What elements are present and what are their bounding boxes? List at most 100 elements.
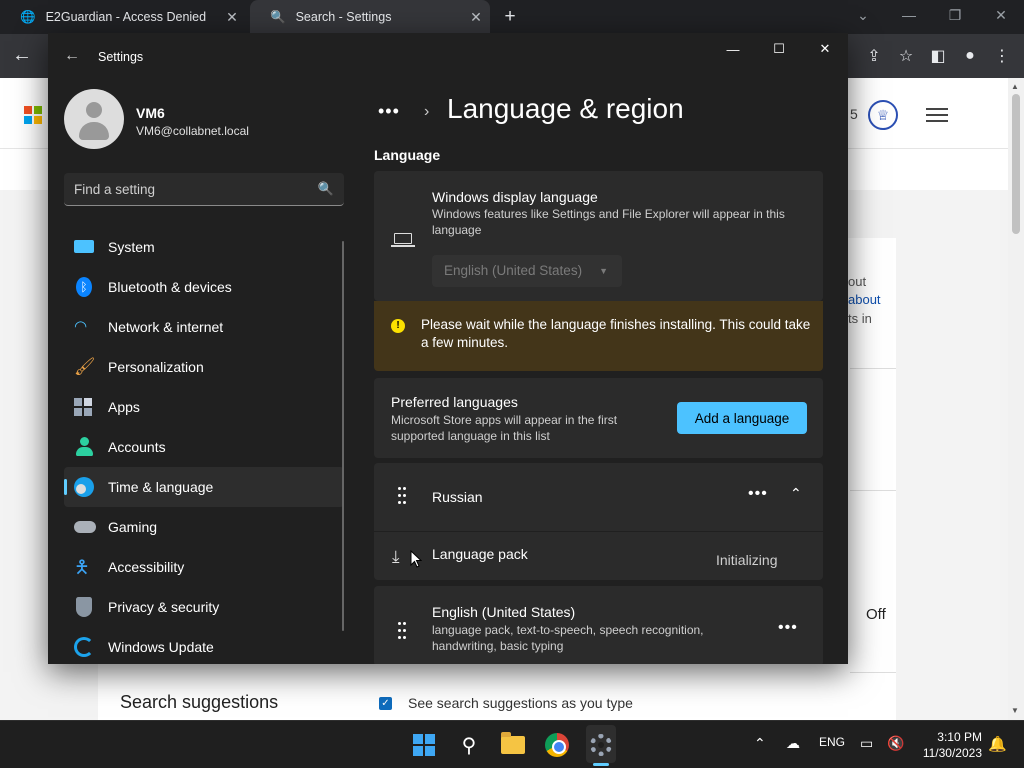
close-tab-icon[interactable]: ✕: [224, 9, 240, 25]
notification-bell-icon[interactable]: 🔔: [988, 735, 1007, 753]
windows-logo-icon: [413, 734, 435, 756]
divider: [850, 368, 896, 369]
page-scrollbar[interactable]: ▲ ▼: [1008, 78, 1024, 720]
search-icon[interactable]: ⚲: [455, 731, 483, 759]
nav-label: Apps: [108, 399, 140, 415]
avatar[interactable]: [64, 89, 124, 149]
page-text: ts in: [848, 311, 872, 326]
nav-label: Time & language: [108, 479, 214, 495]
nav-item-bluetooth[interactable]: ᛒ Bluetooth & devices: [64, 267, 344, 307]
menu-dots-icon[interactable]: ⋮: [992, 46, 1012, 66]
trophy-icon[interactable]: ♕: [868, 100, 898, 130]
close-icon[interactable]: ✕: [802, 33, 848, 65]
tab-title: Search - Settings: [295, 10, 392, 24]
nav-item-personalization[interactable]: 🖌 Personalization: [64, 347, 344, 387]
page-link[interactable]: about: [848, 292, 881, 307]
cloud-off-icon[interactable]: ☁: [786, 735, 800, 752]
page-text: out: [848, 274, 867, 289]
star-icon[interactable]: ☆: [896, 46, 916, 66]
suggestions-checkbox-label: See search suggestions as you type: [408, 695, 633, 711]
nav-item-time-language[interactable]: Time & language: [64, 467, 344, 507]
settings-titlebar: ← Settings — ☐ ✕: [48, 33, 848, 81]
back-arrow-icon[interactable]: ←: [64, 47, 80, 65]
display-language-dropdown[interactable]: English (United States) ▼: [432, 255, 622, 287]
language-row-russian[interactable]: Russian ••• ⌃: [374, 463, 823, 531]
nav-item-accounts[interactable]: Accounts: [64, 427, 344, 467]
tab-access-denied[interactable]: 🌐 E2Guardian - Access Denied ✕: [0, 0, 246, 34]
nav-item-apps[interactable]: Apps: [64, 387, 344, 427]
breadcrumb: ••• › Language & region: [374, 93, 824, 133]
volume-muted-icon[interactable]: 🔇: [887, 735, 904, 752]
chevron-down-icon[interactable]: ⌄: [840, 0, 886, 30]
profile-icon[interactable]: ●: [960, 46, 980, 66]
restore-icon[interactable]: ❐: [932, 0, 978, 30]
warning-text: Please wait while the language finishes …: [421, 317, 811, 350]
scroll-down-icon[interactable]: ▼: [1011, 706, 1019, 715]
microsoft-logo-icon: [24, 106, 42, 124]
nav-item-windows-update[interactable]: Windows Update: [64, 627, 344, 664]
bluetooth-icon: ᛒ: [76, 277, 92, 297]
nav-item-accessibility[interactable]: 🯅 Accessibility: [64, 547, 344, 587]
new-tab-button[interactable]: +: [500, 7, 520, 27]
drag-handle-icon[interactable]: [398, 622, 406, 640]
settings-search: 🔍: [64, 173, 344, 206]
search-icon[interactable]: 🔍: [318, 181, 334, 197]
toolbar-icons: ⇪ ☆ ◧ ● ⋮: [864, 46, 1012, 66]
tab-search-settings[interactable]: 🔍 Search - Settings ✕: [250, 0, 490, 34]
scroll-up-icon[interactable]: ▲: [1011, 82, 1019, 91]
search-input[interactable]: [74, 173, 314, 205]
person-icon: [75, 437, 93, 457]
suggestions-checkbox[interactable]: ✓: [379, 697, 392, 710]
wifi-icon: ◠: [74, 318, 88, 335]
nav-item-network[interactable]: ◠ Network & internet: [64, 307, 344, 347]
clock[interactable]: 3:10 PM 11/30/2023: [918, 729, 982, 761]
language-indicator[interactable]: ENG: [819, 735, 845, 749]
chevron-up-icon[interactable]: ⌃: [754, 735, 766, 752]
nav-label: Gaming: [108, 519, 158, 535]
minimize-icon[interactable]: —: [710, 33, 756, 65]
nav-label: Personalization: [108, 359, 204, 375]
nav-item-privacy[interactable]: Privacy & security: [64, 587, 344, 627]
nav-item-system[interactable]: System: [64, 227, 344, 267]
browser-tabstrip: 🌐 E2Guardian - Access Denied ✕ 🔍 Search …: [0, 0, 1024, 34]
hamburger-menu-icon[interactable]: [926, 108, 948, 122]
settings-app-button[interactable]: [587, 731, 615, 759]
close-tab-icon[interactable]: ✕: [468, 9, 484, 25]
divider: [850, 672, 896, 673]
globe-clock-icon: [74, 477, 94, 497]
share-icon[interactable]: ⇪: [864, 46, 884, 66]
drag-handle-icon[interactable]: [398, 487, 406, 505]
back-arrow-icon[interactable]: ←: [12, 44, 32, 67]
settings-nav: System ᛒ Bluetooth & devices ◠ Network &…: [64, 227, 344, 664]
add-language-button[interactable]: Add a language: [677, 402, 807, 434]
minimize-icon[interactable]: —: [886, 0, 932, 30]
window-controls: — ☐ ✕: [710, 33, 848, 65]
scroll-thumb[interactable]: [1012, 94, 1020, 234]
file-explorer-button[interactable]: [499, 731, 527, 759]
breadcrumb-more-button[interactable]: •••: [378, 101, 400, 122]
chevron-up-icon[interactable]: ⌃: [790, 485, 802, 502]
start-button[interactable]: [410, 731, 438, 759]
profile-name: VM6: [136, 105, 165, 121]
section-title-language: Language: [374, 147, 441, 163]
language-row-english[interactable]: English (United States) language pack, t…: [374, 586, 823, 664]
laptop-icon: [391, 233, 415, 247]
card-description: Microsoft Store apps will appear in the …: [391, 413, 618, 443]
download-icon: ⤓: [392, 547, 400, 566]
page-title: Language & region: [447, 93, 684, 124]
tab-title: E2Guardian - Access Denied: [45, 10, 207, 24]
nav-item-gaming[interactable]: Gaming: [64, 507, 344, 547]
sidebar-scrollbar[interactable]: [342, 241, 344, 631]
sidepanel-icon[interactable]: ◧: [928, 46, 948, 66]
folder-icon: [501, 732, 525, 754]
accessibility-icon: 🯅: [74, 557, 90, 577]
nav-label: Accessibility: [108, 559, 185, 575]
more-options-button[interactable]: •••: [778, 619, 798, 637]
more-options-button[interactable]: •••: [748, 485, 768, 503]
profile-email: VM6@collabnet.local: [136, 124, 249, 138]
chrome-button[interactable]: [543, 731, 571, 759]
dropdown-value: English (United States): [444, 263, 583, 278]
close-icon[interactable]: ✕: [978, 0, 1024, 30]
maximize-icon[interactable]: ☐: [756, 33, 802, 65]
network-icon[interactable]: ▭: [860, 735, 873, 752]
